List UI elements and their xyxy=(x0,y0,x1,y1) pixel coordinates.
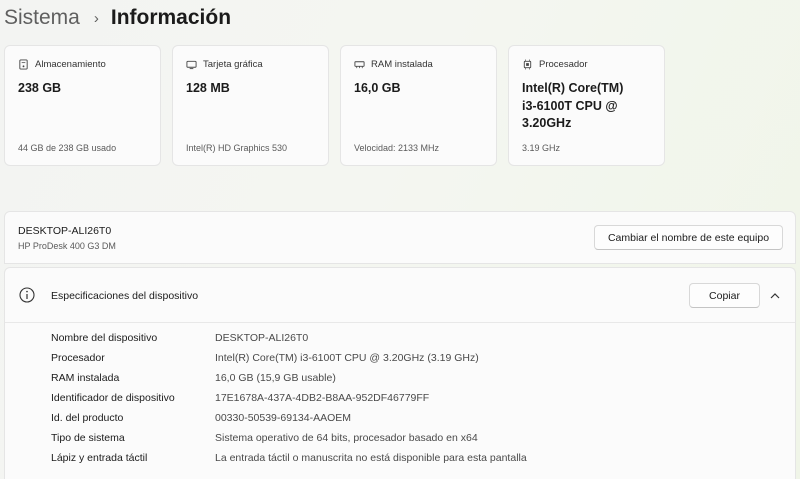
card-subtext: 44 GB de 238 GB usado xyxy=(18,143,117,153)
device-model: HP ProDesk 400 G3 DM xyxy=(18,241,116,251)
chevron-up-icon[interactable] xyxy=(769,290,781,302)
spec-label: RAM instalada xyxy=(51,372,120,384)
specifications-header[interactable]: Especificaciones del dispositivo Copiar xyxy=(5,268,795,323)
processor-icon xyxy=(523,58,532,70)
card-value: 128 MB xyxy=(186,81,230,95)
breadcrumb-parent[interactable]: Sistema xyxy=(4,6,80,30)
card-value: 16,0 GB xyxy=(354,81,401,95)
breadcrumb: Sistema › Información xyxy=(4,3,231,33)
spec-value: Intel(R) Core(TM) i3-6100T CPU @ 3.20GHz… xyxy=(215,352,479,364)
spec-value: La entrada táctil o manuscrita no está d… xyxy=(215,452,527,464)
device-name-panel: DESKTOP-ALI26T0 HP ProDesk 400 G3 DM Cam… xyxy=(4,211,796,264)
device-specifications-panel: Especificaciones del dispositivo Copiar … xyxy=(4,267,796,479)
ram-icon xyxy=(354,60,365,68)
info-icon xyxy=(19,287,35,303)
storage-icon xyxy=(19,58,28,70)
storage-card[interactable]: Almacenamiento 238 GB 44 GB de 238 GB us… xyxy=(4,45,161,166)
spec-value: DESKTOP-ALI26T0 xyxy=(215,332,309,344)
spec-value: Sistema operativo de 64 bits, procesador… xyxy=(215,432,478,444)
spec-label: Procesador xyxy=(51,352,105,364)
card-value: 238 GB xyxy=(18,81,62,95)
spec-label: Identificador de dispositivo xyxy=(51,392,175,404)
gpu-icon xyxy=(186,60,197,69)
gpu-card[interactable]: Tarjeta gráfica 128 MB Intel(R) HD Graph… xyxy=(172,45,329,166)
ram-card[interactable]: RAM instalada 16,0 GB Velocidad: 2133 MH… xyxy=(340,45,497,166)
spec-label: Tipo de sistema xyxy=(51,432,125,444)
processor-card[interactable]: Procesador Intel(R) Core(TM) i3-6100T CP… xyxy=(508,45,665,166)
card-title: Almacenamiento xyxy=(35,58,106,70)
spec-value: 16,0 GB (15,9 GB usable) xyxy=(215,372,336,384)
card-title: Procesador xyxy=(539,58,588,70)
card-title: RAM instalada xyxy=(371,58,433,70)
card-value: Intel(R) Core(TM) i3-6100T CPU @ 3.20GHz xyxy=(522,81,624,130)
spec-value: 00330-50539-69134-AAOEM xyxy=(215,412,352,424)
card-subtext: 3.19 GHz xyxy=(522,143,561,153)
breadcrumb-separator-icon: › xyxy=(93,9,99,27)
spec-label: Nombre del dispositivo xyxy=(51,332,158,344)
rename-pc-button[interactable]: Cambiar el nombre de este equipo xyxy=(594,225,783,250)
device-name: DESKTOP-ALI26T0 xyxy=(18,225,112,237)
specifications-title: Especificaciones del dispositivo xyxy=(51,290,199,302)
card-title: Tarjeta gráfica xyxy=(203,58,263,70)
card-subtext: Intel(R) HD Graphics 530 xyxy=(186,143,288,153)
spec-label: Id. del producto xyxy=(51,412,124,424)
spec-label: Lápiz y entrada táctil xyxy=(51,452,148,464)
spec-value: 17E1678A-437A-4DB2-B8AA-952DF46779FF xyxy=(215,392,430,404)
copy-button[interactable]: Copiar xyxy=(689,283,760,308)
page-title: Información xyxy=(110,6,232,29)
card-subtext: Velocidad: 2133 MHz xyxy=(354,143,440,153)
